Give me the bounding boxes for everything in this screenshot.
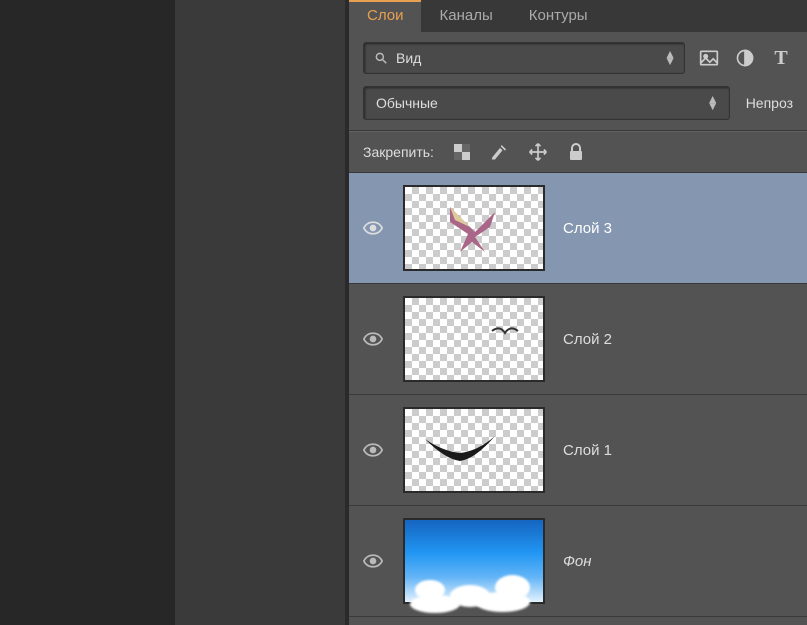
layer-thumbnail[interactable] [403,185,545,271]
canvas-left-pane [0,0,175,625]
panel-toolbar: Вид ▲▼ T [349,32,807,82]
layer-thumbnail[interactable] [403,407,545,493]
layer-content: Слой 1 [403,407,612,493]
blend-mode-label: Обычные [376,95,438,111]
layer-name-label[interactable]: Слой 2 [563,331,612,348]
layer-row[interactable]: Фон [349,506,807,617]
lock-position-icon[interactable] [528,142,548,162]
lock-transparency-icon[interactable] [452,142,472,162]
layer-row[interactable]: Слой 3 [349,173,807,284]
tab-paths[interactable]: Контуры [511,0,606,32]
filter-image-icon[interactable] [697,46,721,70]
dropdown-arrows-icon: ▲▼ [664,51,676,65]
tab-channels[interactable]: Каналы [421,0,510,32]
layer-name-label[interactable]: Слой 3 [563,220,612,237]
layer-content: Фон [403,518,592,604]
panel-tabs: Слои Каналы Контуры [349,0,807,32]
dropdown-arrows-icon: ▲▼ [707,96,719,110]
filter-type-icon[interactable]: T [769,46,793,70]
lock-row: Закрепить: [349,132,807,172]
canvas-right-pane [175,0,345,625]
canvas-area [0,0,345,625]
layers-panel: Слои Каналы Контуры Вид ▲▼ T [345,0,807,625]
visibility-toggle[interactable] [363,443,385,457]
layer-name-label[interactable]: Фон [563,553,592,570]
visibility-toggle[interactable] [363,332,385,346]
search-icon [374,51,388,65]
lock-all-icon[interactable] [566,142,586,162]
lock-pixels-icon[interactable] [490,142,510,162]
layer-thumbnail[interactable] [403,518,545,604]
tab-layers[interactable]: Слои [349,0,421,32]
blend-mode-dropdown[interactable]: Обычные ▲▼ [363,86,730,120]
visibility-toggle[interactable] [363,221,385,235]
layer-content: Слой 3 [403,185,612,271]
layer-row[interactable]: Слой 2 [349,284,807,395]
layer-row[interactable]: Слой 1 [349,395,807,506]
layers-list: Слой 3 Слой 2 Слой 1 Фон [349,172,807,625]
opacity-label: Непроз [746,95,793,111]
filter-adjust-icon[interactable] [733,46,757,70]
layer-filter-label: Вид [396,50,421,66]
layer-thumbnail[interactable] [403,296,545,382]
visibility-toggle[interactable] [363,554,385,568]
layer-content: Слой 2 [403,296,612,382]
panel-mode-row: Обычные ▲▼ Непроз [349,82,807,130]
layer-name-label[interactable]: Слой 1 [563,442,612,459]
layer-filter-dropdown[interactable]: Вид ▲▼ [363,42,685,74]
lock-label: Закрепить: [363,144,434,160]
